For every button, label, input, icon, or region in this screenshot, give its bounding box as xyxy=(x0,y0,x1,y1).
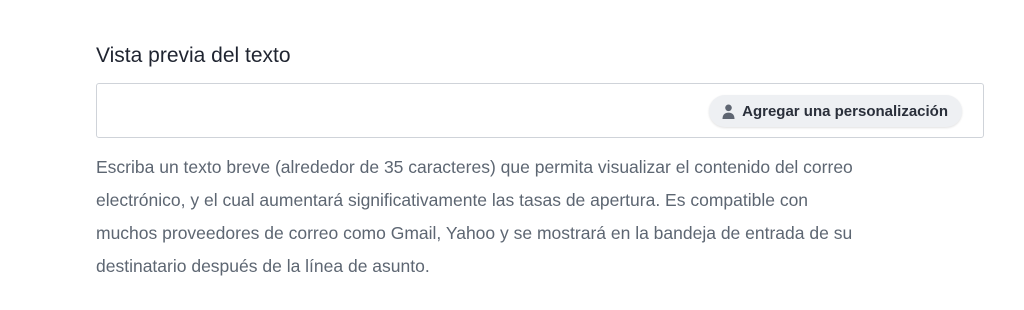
preview-text-input[interactable] xyxy=(107,84,677,137)
preview-text-field[interactable]: Agregar una personalización xyxy=(96,83,984,138)
helper-text-line: destinatario después de la línea de asun… xyxy=(96,256,430,276)
helper-text-line: electrónico, y el cual aumentará signifi… xyxy=(96,190,809,210)
add-personalization-label: Agregar una personalización xyxy=(742,102,948,120)
preview-text-label: Vista previa del texto xyxy=(96,44,291,67)
helper-text-line: Escriba un texto breve (alrededor de 35 … xyxy=(96,157,853,177)
add-personalization-button[interactable]: Agregar una personalización xyxy=(709,95,962,127)
helper-text-line: muchos proveedores de correo como Gmail,… xyxy=(96,223,853,243)
helper-text: Escriba un texto breve (alrededor de 35 … xyxy=(96,151,984,283)
person-icon xyxy=(722,104,735,119)
